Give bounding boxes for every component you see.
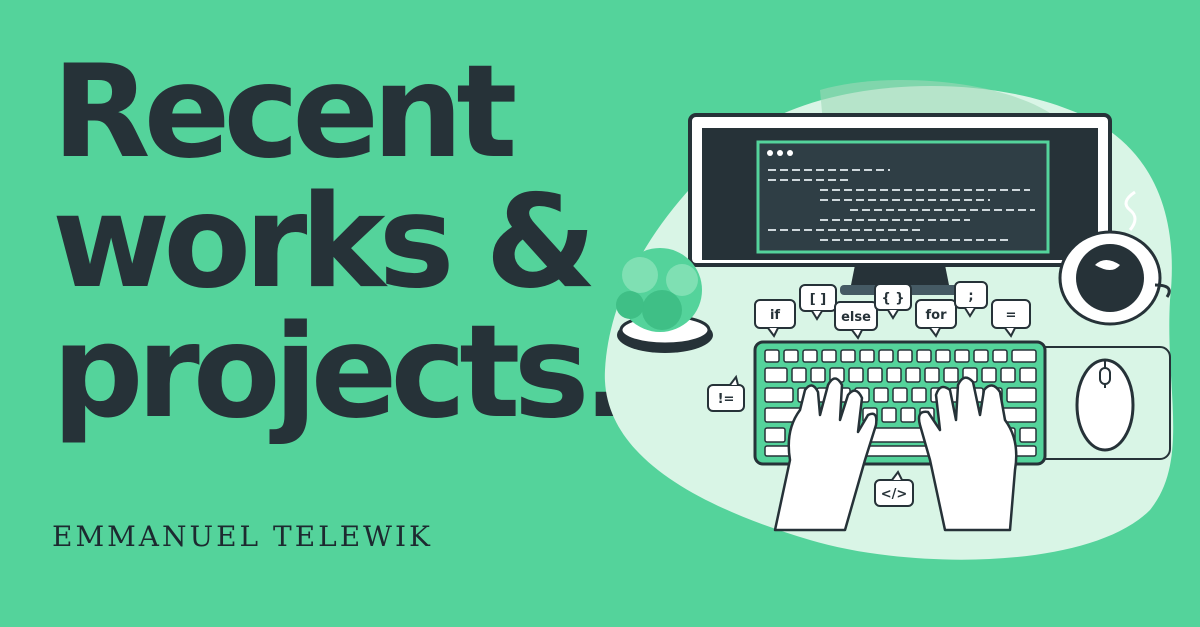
- headline-line-2: works &: [52, 168, 597, 317]
- token-if-label: if: [770, 308, 780, 323]
- headline-line-3: projects.: [52, 298, 631, 447]
- headline-line-1: Recent: [52, 38, 517, 187]
- token-brackets-label: [ ]: [810, 292, 826, 307]
- token-not-equals-label: !=: [718, 392, 735, 407]
- token-else-label: else: [841, 310, 871, 325]
- developer-desk-illustration: if [ ] else { } for ; = != </>: [604, 80, 1174, 560]
- token-tag-label: </>: [881, 487, 908, 502]
- token-semicolon-label: ;: [968, 289, 973, 304]
- author-name: EMMANUEL TELEWIK: [52, 520, 433, 553]
- token-for-label: for: [926, 308, 948, 323]
- token-braces-label: { }: [881, 291, 904, 306]
- token-equals-label: =: [1006, 308, 1017, 323]
- headline: Recent works & projects.: [52, 38, 631, 447]
